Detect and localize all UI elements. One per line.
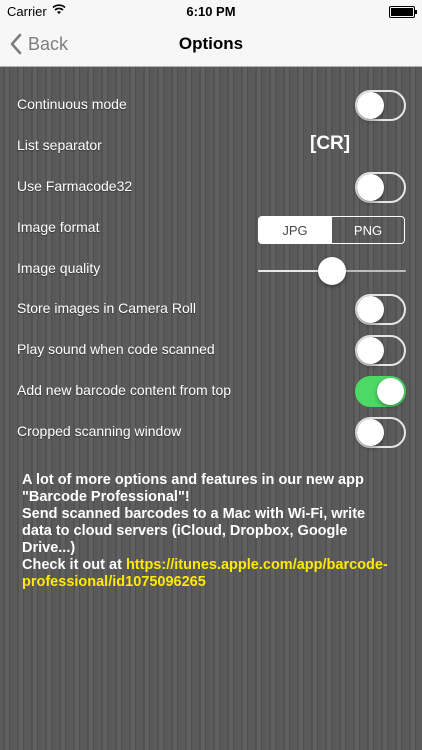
image-format-jpg[interactable]: JPG bbox=[259, 217, 331, 243]
play-sound-switch[interactable] bbox=[355, 335, 406, 366]
row-store-images: Store images in Camera Roll bbox=[0, 290, 422, 330]
list-separator-label: List separator bbox=[17, 137, 102, 153]
farmacode32-label: Use Farmacode32 bbox=[17, 178, 133, 194]
farmacode32-switch[interactable] bbox=[355, 172, 406, 203]
row-image-quality: Image quality bbox=[0, 250, 422, 290]
image-format-segmented-control: JPG PNG bbox=[258, 216, 405, 244]
page-title: Options bbox=[178, 34, 244, 53]
image-quality-label: Image quality bbox=[17, 260, 101, 276]
store-images-switch[interactable] bbox=[355, 294, 406, 325]
slider-thumb[interactable] bbox=[318, 257, 346, 285]
row-add-from-top: Add new barcode content from top bbox=[0, 372, 422, 412]
battery-icon bbox=[389, 6, 417, 18]
cropped-window-switch[interactable] bbox=[355, 417, 406, 448]
status-bar: Carrier 6:10 PM bbox=[0, 0, 422, 22]
row-list-separator: List separator [CR] bbox=[0, 127, 422, 167]
play-sound-label: Play sound when code scanned bbox=[17, 341, 215, 357]
row-play-sound: Play sound when code scanned bbox=[0, 331, 422, 371]
navigation-bar: Back Options bbox=[0, 22, 422, 67]
list-separator-value[interactable]: [CR] bbox=[310, 133, 350, 155]
status-time: 6:10 PM bbox=[186, 4, 236, 19]
add-from-top-switch[interactable] bbox=[355, 376, 406, 407]
row-image-format: Image format JPG PNG bbox=[0, 209, 422, 249]
cropped-window-label: Cropped scanning window bbox=[17, 423, 182, 439]
row-farmacode32: Use Farmacode32 bbox=[0, 168, 422, 208]
continuous-mode-label: Continuous mode bbox=[17, 96, 127, 112]
row-cropped-window: Cropped scanning window bbox=[0, 413, 422, 453]
options-list: Continuous mode List separator [CR] Use … bbox=[0, 67, 422, 750]
add-from-top-label: Add new barcode content from top bbox=[17, 382, 232, 398]
image-quality-slider[interactable] bbox=[258, 257, 406, 285]
promo-text: A lot of more options and features in ou… bbox=[22, 472, 392, 591]
row-continuous-mode: Continuous mode bbox=[0, 86, 422, 126]
continuous-mode-switch[interactable] bbox=[355, 90, 406, 121]
image-format-label: Image format bbox=[17, 219, 100, 235]
store-images-label: Store images in Camera Roll bbox=[17, 300, 196, 316]
image-format-png[interactable]: PNG bbox=[331, 217, 404, 243]
